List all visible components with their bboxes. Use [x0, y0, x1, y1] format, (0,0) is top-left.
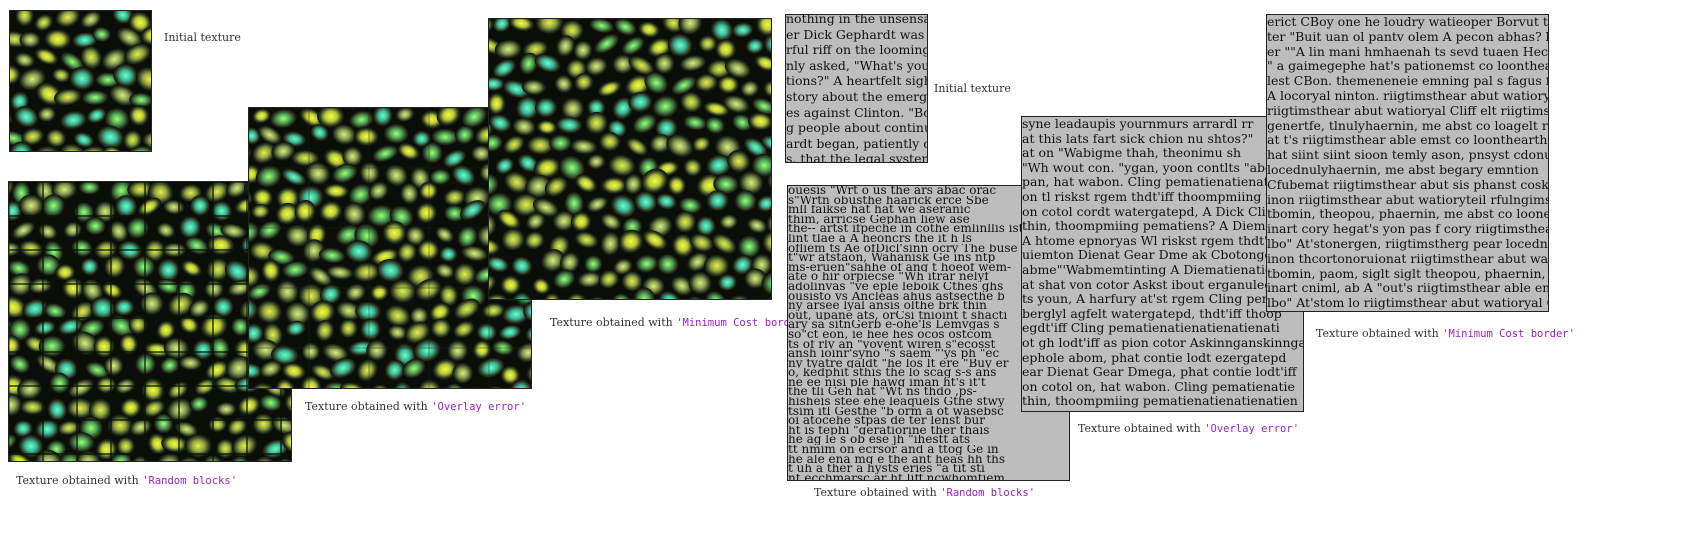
initial-texture-caption: Initial texture [164, 31, 241, 44]
text-line: uiemton Dienat Gear Dme ak Cbotongen [1022, 248, 1280, 263]
caption-prefix: Texture obtained with [814, 486, 937, 499]
initial-text-texture: nothing in the unsensationaler Dick Geph… [785, 14, 928, 163]
text-line: A htome epnoryas Wl riskst rgem thdt'iff [1022, 233, 1281, 248]
text-line: ear Dienat Gear Dmega, phat contie lodt'… [1022, 365, 1297, 380]
text-line: es against Clinton. "Boy [786, 104, 927, 120]
text-line: er ""A lin mani hmhaenah ts sevd tuaen H… [1267, 44, 1548, 59]
text-line: lest CBon. themeneneie emning pal s fagu… [1267, 74, 1548, 89]
method-name: 'Minimum Cost border [676, 317, 803, 329]
caption-prefix: Texture obtained with [305, 400, 428, 413]
text-line: ot gh lodt'iff as pion cotor Askinngansk… [1022, 335, 1303, 350]
text-line: s, that the legal system h [786, 151, 927, 163]
texture-cell [215, 402, 237, 417]
texture-cell [80, 257, 99, 276]
text-line: g people about continuin [786, 120, 927, 136]
caption-prefix: Texture obtained with [550, 316, 673, 329]
text-line: at on "Wabigme thah, theonimu sh [1022, 146, 1242, 161]
text-line: ts youn, A harfury at'st rgem Cling pema [1022, 292, 1282, 307]
text-line: story about the emergenc [786, 88, 927, 104]
texture-cell [360, 318, 381, 341]
text-line: " a gaimegephe hat's pationemst co loont… [1267, 59, 1548, 74]
overlay-error-text-texture: syne leadaupis yournmurs arrardl rr at th… [1021, 116, 1304, 412]
text-line: tt nmim on ecrsor and a ttog Ge in [788, 445, 999, 455]
method-name: 'Random blocks' [142, 475, 238, 487]
text-lines: nothing in the unsensationaler Dick Geph… [786, 14, 927, 163]
overlay-error-text-caption: Texture obtained with 'Overlay error' [1078, 422, 1299, 435]
text-line: ephole abom, phat contie lodt ezergatepd [1022, 350, 1287, 365]
text-line: he ag le s ob ese jh "ihestt ats [788, 435, 971, 446]
text-line: genertfe, tlnulyhaernin, me abst co loag… [1267, 118, 1548, 133]
text-line: A locoryal ninton. riigtimsthear abut wa… [1267, 88, 1548, 103]
text-line: egdt'iff Cling pematienatienatienatienat… [1022, 321, 1280, 336]
text-line: syne leadaupis yournmurs arrardl rr [1022, 117, 1254, 131]
text-line: ardt began, patiently obs [786, 135, 927, 151]
text-lines: erict CBoy one he loudry watieoper Borvu… [1267, 15, 1548, 311]
texture-cell [204, 279, 224, 299]
text-line: Cfubemat riigtimsthear abut sis phanst c… [1267, 177, 1548, 192]
text-line: on cotol on, hat wabon. Cling pematienat… [1022, 379, 1295, 394]
text-line: lbo" At'stonergen, riigtimstherg pear lo… [1267, 236, 1548, 251]
text-line: hat siint siint sioon temly ason, pnsyst… [1267, 148, 1548, 163]
caption-prefix: Texture obtained with [16, 474, 139, 487]
text-line: nly asked, "What's your [786, 57, 927, 73]
text-line: t uh a ther a hysts eries "a tit sti [788, 464, 985, 474]
text-line: rful riff on the looming s [786, 42, 927, 58]
text-line: er Dick Gephardt was fai [786, 26, 927, 42]
initial-text-caption: Initial texture [934, 82, 1011, 95]
text-line: nt ecchmarsc ar ht liff ncwhomtiem [788, 473, 1005, 481]
text-line: nothing in the unsensational [786, 14, 927, 26]
text-line: he ale ena mg e the ant heas hh ths [788, 454, 1006, 465]
text-line: oi atocehe stpas de ter lenst bur [788, 416, 986, 426]
method-name: 'Overlay error' [431, 401, 527, 413]
text-line: lbo" At'stom lo riigtimsthear abut watio… [1267, 296, 1548, 311]
text-line: erict CBoy one he loudry watieoper Borvu… [1267, 15, 1548, 29]
text-line: at t's riigtimsthear able emst co loonth… [1267, 133, 1548, 148]
random-blocks-caption: Texture obtained with 'Random blocks' [16, 474, 237, 487]
method-name: 'Overlay error' [1204, 423, 1300, 435]
text-line: at this lats fart sick chion nu shtos?" [1022, 131, 1254, 146]
caption-prefix: Texture obtained with [1078, 422, 1201, 435]
caption-prefix: Texture obtained with [1316, 327, 1439, 340]
text-line: ter "Buit uan ol pantv olem A pecon abha… [1267, 29, 1548, 44]
overlay-error-caption: Texture obtained with 'Overlay error' [305, 400, 526, 413]
method-name: 'Minimum Cost border' [1442, 328, 1575, 340]
text-line: "Wh wout con. "ygan, yoon contlts "abory… [1022, 160, 1300, 175]
cell-texture-canvas [489, 19, 771, 299]
min-cost-cell-texture [488, 18, 772, 300]
text-line: thin, thoompmiing pematienatienatienatie… [1022, 394, 1298, 409]
texture-cell [601, 176, 627, 194]
text-line: berglyl agfelt watergatepd, thdt'iff tho… [1022, 306, 1282, 321]
text-line: on cotol cordt watergatepd, A Dick Cling [1022, 204, 1282, 219]
text-line: tbomin, paom, siglt siglt theopou, phaer… [1267, 266, 1548, 281]
text-line: riigtimsthear abut watioryal Cliff elt r… [1267, 103, 1548, 118]
min-cost-caption: Texture obtained with 'Minimum Cost bord… [550, 316, 803, 329]
initial-cell-texture [9, 10, 152, 152]
text-line: locednulyhaernin, me abst begary emntion [1267, 162, 1539, 177]
cell-texture-canvas [10, 11, 151, 151]
text-line: ht is tephi "geratiorine ther thais [788, 425, 990, 436]
text-line: tions?" A heartfelt sigh [786, 73, 927, 89]
text-line: at shat von cotor Askst ibout erganulega [1022, 277, 1280, 292]
min-cost-text-caption: Texture obtained with 'Minimum Cost bord… [1316, 327, 1575, 340]
random-blocks-text-caption: Texture obtained with 'Random blocks' [814, 486, 1035, 499]
text-line: abme"'Wabmemtinting A Diematienatien [1022, 262, 1281, 277]
text-line: inon thcortonoruionat riigtimsthear abut… [1267, 251, 1548, 266]
text-line: on tl riskst rgem thdt'iff thoompmiing p… [1022, 189, 1293, 204]
text-line: inart cory hegat's yon pas f cory riigti… [1267, 222, 1548, 237]
text-line: thin, thoompmiing pematiens? A Diematien [1022, 219, 1298, 234]
method-name: 'Random blocks' [940, 487, 1036, 499]
text-line: inon riigtimsthear abut watioryteil rful… [1267, 192, 1548, 207]
text-line: pan, hat wabon. Cling pematienatienat [1022, 175, 1269, 190]
text-line: inart cniml, ab A "out's riigtimsthear a… [1267, 281, 1548, 296]
text-lines: syne leadaupis yournmurs arrardl rr at th… [1022, 117, 1303, 409]
text-line: tbomin, theopou, phaernin, me abst co lo… [1267, 207, 1548, 222]
min-cost-text-texture: erict CBoy one he loudry watieoper Borvu… [1266, 14, 1549, 312]
